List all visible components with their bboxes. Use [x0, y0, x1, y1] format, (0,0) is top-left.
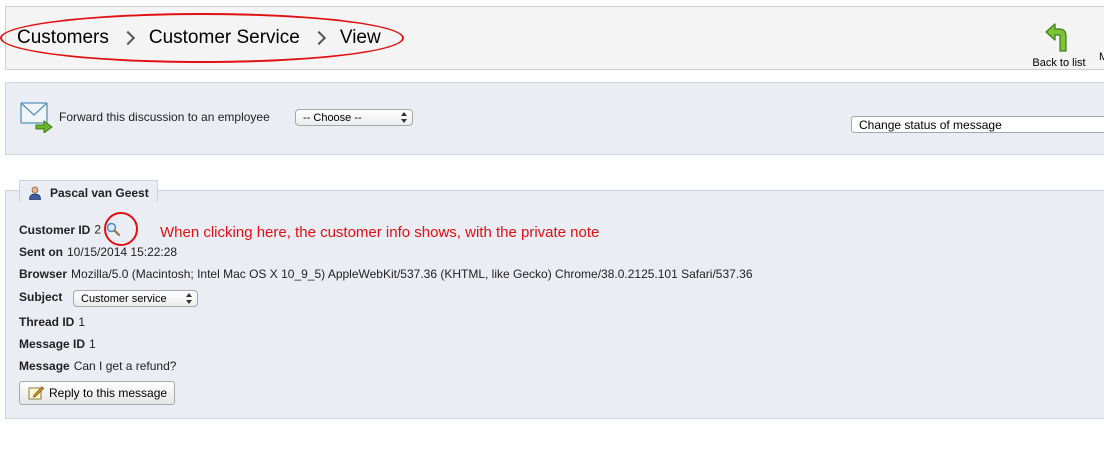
breadcrumb: Customers Customer Service View [17, 27, 381, 49]
view-customer-button[interactable] [106, 222, 121, 239]
annotation-text: When clicking here, the customer info sh… [160, 224, 600, 241]
sent-on-field: Sent on 10/15/2014 15:22:28 [19, 245, 177, 259]
message-id-label: Message ID [19, 337, 86, 351]
reply-button-label: Reply to this message [49, 386, 168, 400]
subject-select[interactable]: Customer service [73, 290, 198, 307]
message-author: Pascal van Geest [50, 186, 149, 200]
thread-id-field: Thread ID 1 [19, 315, 85, 329]
more-toolbar-label: M [1099, 51, 1104, 63]
select-arrows-icon [401, 112, 407, 123]
browser-field: Browser Mozilla/5.0 (Macintosh; Intel Mac… [19, 267, 753, 281]
back-arrow-icon [1045, 23, 1067, 52]
forward-label: Forward this discussion to an employee [59, 110, 270, 124]
customer-id-label: Customer ID [19, 222, 91, 237]
sent-on-label: Sent on [19, 245, 63, 259]
forward-panel: Forward this discussion to an employee -… [5, 82, 1104, 155]
sent-on-value: 10/15/2014 15:22:28 [67, 245, 178, 259]
reply-button[interactable]: Reply to this message [19, 381, 175, 405]
back-to-list-button[interactable]: Back to list [1024, 19, 1094, 69]
subject-field: Subject [19, 290, 66, 304]
more-toolbar-button[interactable]: M [1099, 51, 1104, 63]
message-id-field: Message ID 1 [19, 337, 96, 351]
edit-icon [28, 386, 44, 400]
browser-label: Browser [19, 267, 68, 281]
chevron-right-icon [120, 30, 135, 46]
status-select-value: Change status of message [859, 118, 1002, 132]
back-to-list-label: Back to list [1032, 57, 1086, 69]
select-arrows-icon [186, 293, 192, 304]
mail-forward-icon [20, 102, 53, 133]
user-icon [29, 186, 41, 200]
message-label: Message [19, 359, 70, 373]
customer-id-value: 2 [94, 222, 102, 237]
magnifier-icon [107, 222, 121, 237]
browser-value: Mozilla/5.0 (Macintosh; Intel Mac OS X 1… [71, 267, 753, 281]
subject-select-value: Customer service [81, 293, 167, 305]
forward-employee-select[interactable]: -- Choose -- [295, 109, 413, 126]
thread-id-value: 1 [78, 315, 86, 329]
chevron-right-icon [311, 30, 326, 46]
breadcrumb-view: View [339, 27, 381, 48]
change-status-select[interactable]: Change status of message [851, 116, 1104, 133]
forward-select-value: -- Choose -- [303, 112, 362, 124]
customer-id-field: Customer ID 2 [19, 222, 121, 239]
message-value: Can I get a refund? [73, 359, 177, 373]
breadcrumb-customer-service[interactable]: Customer Service [149, 27, 300, 49]
subject-label: Subject [19, 290, 63, 304]
page: Customers Customer Service View Back to … [0, 0, 1104, 456]
message-id-value: 1 [89, 337, 96, 351]
message-author-tab: Pascal van Geest [19, 180, 158, 202]
message-field: Message Can I get a refund? [19, 359, 176, 373]
page-header: Customers Customer Service View Back to … [5, 6, 1104, 70]
thread-id-label: Thread ID [19, 315, 75, 329]
breadcrumb-customers[interactable]: Customers [17, 27, 109, 49]
